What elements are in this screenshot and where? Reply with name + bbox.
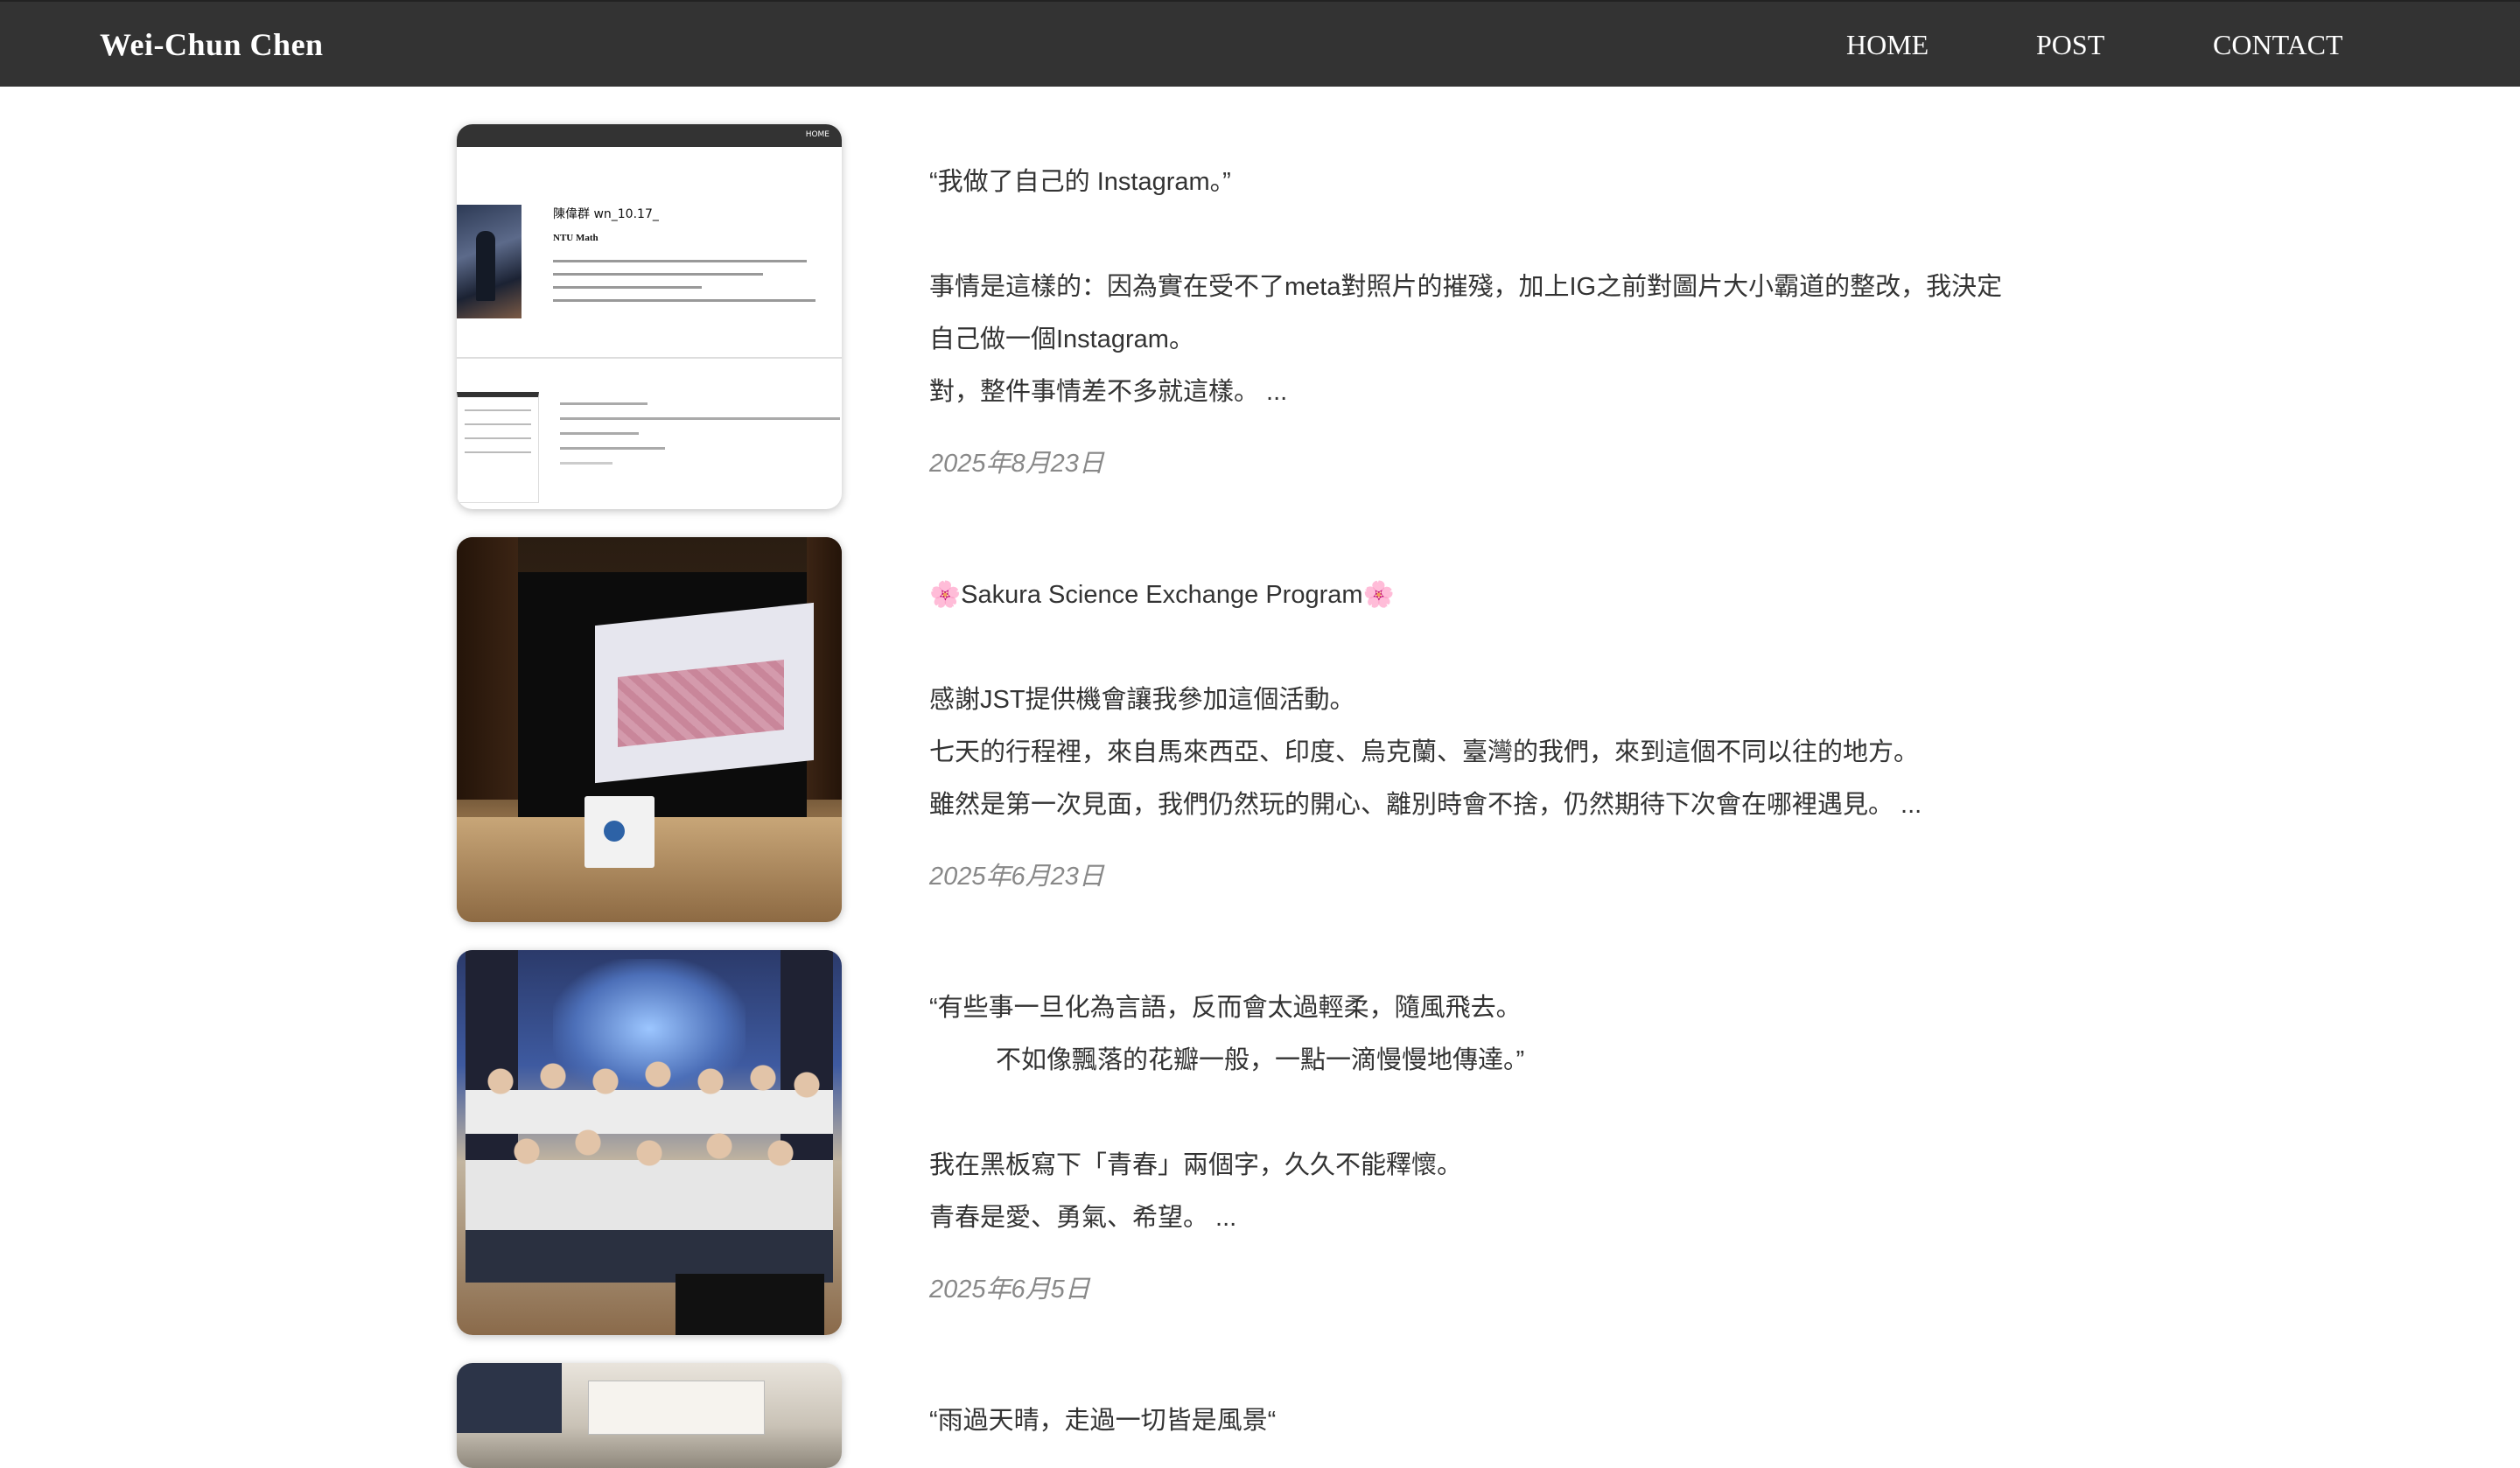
group-photo-crowd — [466, 1055, 833, 1283]
thumbnail-mini-card — [457, 392, 539, 503]
post-line: “有些事一旦化為言語，反而會太過輕柔，隨風飛去。 — [929, 994, 1522, 1022]
thumbnail-book — [588, 1381, 765, 1435]
post-item[interactable]: “有些事一旦化為言語，反而會太過輕柔，隨風飛去。 不如像飄落的花瓣一般，一點一滴… — [457, 950, 2207, 1335]
post-line: “雨過天晴，走過一切皆是風景“ — [929, 1407, 1277, 1435]
post-date: 2025年6月23日 — [929, 863, 1104, 891]
post-thumbnail[interactable] — [457, 950, 842, 1335]
post-line: 不如像飄落的花瓣一般，一點一滴慢慢地傳達。” — [996, 1046, 1525, 1074]
thumbnail-profile-name: 陳偉群 wn_10.17_ — [553, 207, 659, 221]
music-stand — [676, 1274, 824, 1335]
post-item[interactable]: 🌸Sakura Science Exchange Program🌸 感謝JST提… — [457, 537, 2207, 922]
post-blank-line — [929, 621, 2520, 674]
post-line: 雖然是第一次見面，我們仍然玩的開心、離別時會不捨，仍然期待下次會在哪裡遇見。 .… — [929, 791, 1922, 819]
nav-post-link[interactable]: POST — [2036, 29, 2104, 61]
post-thumbnail[interactable] — [457, 537, 842, 922]
thumbnail-profile-photo — [457, 205, 522, 318]
site-brand-link[interactable]: Wei-Chun Chen — [100, 26, 324, 63]
post-line: 青春是愛、勇氣、希望。 ... — [929, 1204, 1237, 1232]
post-line: 自己做一個Instagram。 — [929, 325, 1194, 353]
nav-home-link[interactable]: HOME — [1846, 29, 1928, 61]
thumbnail-mini-post-text — [560, 402, 840, 477]
post-line: 我在黑板寫下「青春」兩個字，久久不能釋懷。 — [929, 1151, 1463, 1179]
post-item[interactable]: HOME 陳偉群 wn_10.17_ NTU Math “我做了自己的 Inst… — [457, 124, 2207, 509]
stage-curtain-left — [457, 537, 518, 800]
thumbnail-sleeve — [457, 1363, 562, 1433]
post-excerpt[interactable]: “有些事一旦化為言語，反而會太過輕柔，隨風飛去。 不如像飄落的花瓣一般，一點一滴… — [929, 982, 2520, 1316]
nav-contact-link[interactable]: CONTACT — [2213, 29, 2343, 61]
post-blank-line — [929, 208, 2520, 261]
post-thumbnail[interactable]: HOME 陳偉群 wn_10.17_ NTU Math — [457, 124, 842, 509]
post-line: 七天的行程裡，來自馬來西亞、印度、烏克蘭、臺灣的我們，來到這個不同以往的地方。 — [929, 738, 1920, 766]
post-line: “我做了自己的 Instagram。” — [929, 168, 1231, 196]
thumbnail-mini-navbar: HOME — [457, 124, 842, 147]
thumbnail-mini-home-label: HOME — [805, 130, 830, 139]
thumbnail-divider — [457, 357, 842, 359]
post-line: 感謝JST提供機會讓我參加這個活動。 — [929, 686, 1355, 714]
post-date: 2025年8月23日 — [929, 450, 1104, 478]
post-item[interactable]: “雨過天晴，走過一切皆是風景“ — [457, 1363, 2207, 1468]
post-blank-line — [929, 1087, 2520, 1139]
post-line: 🌸Sakura Science Exchange Program🌸 — [929, 581, 1395, 609]
podium-logo-icon — [604, 821, 625, 842]
post-excerpt[interactable]: “我做了自己的 Instagram。” 事情是這樣的：因為實在受不了meta對照… — [929, 156, 2520, 490]
top-navbar: Wei-Chun Chen HOME POST CONTACT — [0, 0, 2520, 87]
post-excerpt[interactable]: 🌸Sakura Science Exchange Program🌸 感謝JST提… — [929, 569, 2520, 903]
post-excerpt[interactable]: “雨過天晴，走過一切皆是風景“ — [929, 1395, 2520, 1447]
thumbnail-profile-subtitle: NTU Math — [553, 233, 598, 243]
post-date: 2025年6月5日 — [929, 1276, 1090, 1304]
post-line: 事情是這樣的：因為實在受不了meta對照片的摧殘，加上IG之前對圖片大小霸道的整… — [929, 273, 2003, 301]
post-thumbnail[interactable] — [457, 1363, 842, 1468]
thumbnail-bio-lines — [553, 260, 824, 312]
post-line: 對，整件事情差不多就這樣。 ... — [929, 378, 1288, 406]
